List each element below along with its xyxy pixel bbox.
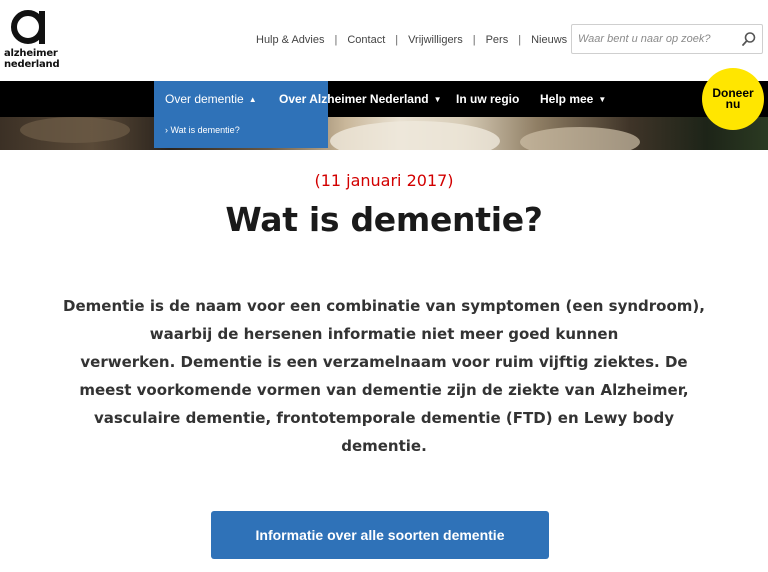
logo-wordmark: alzheimer nederland	[4, 48, 60, 70]
caret-down-icon: ▼	[598, 94, 607, 104]
paragraph-line: waarbij de hersenen informatie niet meer…	[149, 325, 619, 343]
page-title: Wat is dementie?	[225, 200, 543, 239]
topnav-separator: |	[334, 34, 338, 46]
logo-line-1: alzheimer	[4, 48, 58, 59]
main-navigation: Over dementie ▲ Over Alzheimer Nederland…	[0, 81, 768, 117]
nav-item-label: In uw regio	[456, 92, 520, 106]
nav-item-label: Over Alzheimer Nederland	[279, 92, 429, 106]
nav-item-label: Over dementie	[165, 92, 244, 106]
search-box	[571, 24, 763, 54]
paragraph-line: verwerken. Dementie is een verzamelnaam …	[80, 353, 688, 371]
search-icon[interactable]	[741, 31, 757, 47]
annotation-date: (11 januari 2017)	[314, 171, 454, 190]
topnav-nieuws[interactable]: Nieuws	[531, 34, 567, 46]
caret-up-icon: ▲	[248, 94, 257, 104]
intro-paragraph: Dementie is de naam voor een combinatie …	[52, 292, 716, 460]
site-logo[interactable]: alzheimer nederland	[4, 8, 62, 74]
topnav-hulp-advies[interactable]: Hulp & Advies	[256, 34, 324, 46]
topnav-contact[interactable]: Contact	[347, 34, 385, 46]
search-input[interactable]	[578, 31, 736, 47]
nav-item-label: Help mee	[540, 92, 594, 106]
site-header: alzheimer nederland Hulp & Advies | Cont…	[0, 0, 768, 81]
paragraph-line: meest voorkomende vormen van dementie zi…	[79, 381, 689, 399]
topnav-separator: |	[518, 34, 522, 46]
topnav-pers[interactable]: Pers	[486, 34, 509, 46]
info-soorten-dementie-button[interactable]: Informatie over alle soorten dementie	[211, 511, 549, 559]
donate-label-line-2: nu	[725, 97, 741, 111]
topnav-vrijwilligers[interactable]: Vrijwilligers	[408, 34, 463, 46]
nav-over-alzheimer-nederland[interactable]: Over Alzheimer Nederland ▼	[279, 81, 442, 117]
topnav-separator: |	[472, 34, 476, 46]
caret-down-icon: ▼	[433, 94, 442, 104]
hero-image	[0, 117, 768, 150]
alzheimer-logo-icon	[11, 10, 45, 44]
logo-line-2: nederland	[4, 59, 60, 70]
paragraph-line: dementie.	[341, 437, 427, 455]
donate-button[interactable]: Doneer nu	[702, 68, 764, 130]
top-navigation: Hulp & Advies | Contact | Vrijwilligers …	[256, 34, 567, 46]
paragraph-line: Dementie is de naam voor een combinatie …	[63, 297, 705, 315]
topnav-separator: |	[395, 34, 399, 46]
paragraph-line: vasculaire dementie, frontotemporale dem…	[93, 409, 675, 427]
nav-help-mee[interactable]: Help mee ▼	[540, 81, 606, 117]
dropdown-submenu: › Wat is dementie?	[154, 117, 328, 148]
nav-in-uw-regio[interactable]: In uw regio	[456, 81, 519, 117]
submenu-item-wat-is-dementie[interactable]: › Wat is dementie?	[165, 125, 240, 135]
